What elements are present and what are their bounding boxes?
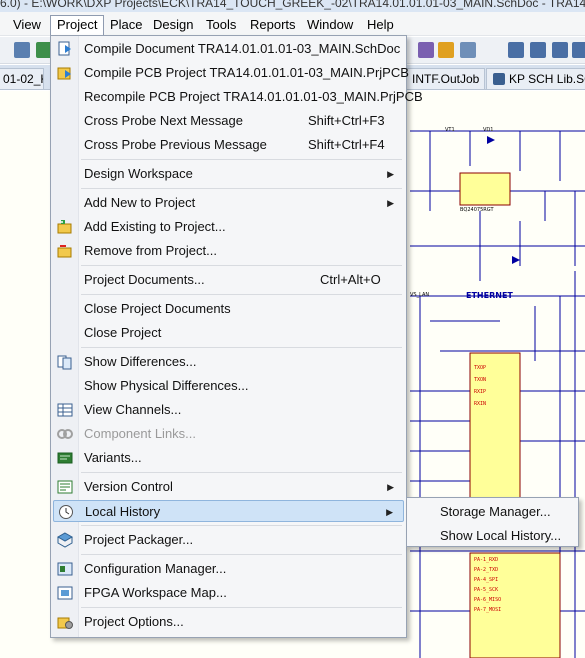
remove-project-icon: [57, 245, 72, 258]
svg-text:PA-1_RXD: PA-1_RXD: [474, 557, 498, 563]
menu-reports[interactable]: Reports: [244, 15, 302, 35]
edit-pencil-icon[interactable]: [438, 42, 454, 58]
svg-text:PA-4_SPI: PA-4_SPI: [474, 577, 498, 583]
component-links-icon: [57, 429, 73, 439]
menu-help[interactable]: Help: [361, 15, 400, 35]
schlib-icon: [493, 73, 505, 85]
menu-item-compile-project[interactable]: Compile PCB Project TRA14.01.01.01-03_MA…: [53, 62, 409, 84]
menu-item-version-control[interactable]: Version Control ▶: [53, 476, 404, 498]
menu-separator: [81, 607, 402, 608]
menu-place[interactable]: Place: [104, 15, 149, 35]
variants-icon: [57, 452, 73, 464]
svg-text:TXON: TXON: [474, 377, 486, 383]
bus-entry-icon[interactable]: [530, 42, 546, 58]
menu-item-local-history[interactable]: Local History ▶: [53, 500, 404, 522]
svg-text:RXIP: RXIP: [474, 389, 486, 395]
svg-text:PA-5_SCK: PA-5_SCK: [474, 587, 498, 593]
menu-separator: [81, 525, 402, 526]
submenu-arrow-icon: ▶: [387, 198, 394, 208]
power-port-icon[interactable]: [572, 42, 585, 58]
menu-item-show-physical-differences[interactable]: Show Physical Differences...: [53, 375, 404, 397]
menu-project[interactable]: Project: [50, 15, 105, 35]
menu-design[interactable]: Design: [147, 15, 199, 35]
vs-lan-label: VS_LAN: [410, 292, 429, 298]
inspector-icon[interactable]: [460, 42, 476, 58]
menu-item-add-new[interactable]: Add New to Project ▶: [53, 192, 404, 214]
tab-sch-lib[interactable]: KP SCH Lib.SCHLIB: [486, 68, 585, 89]
menu-view[interactable]: View: [7, 15, 47, 35]
menu-tools[interactable]: Tools: [200, 15, 242, 35]
menu-item-configuration-manager[interactable]: Configuration Manager...: [53, 558, 404, 580]
menu-item-cross-probe-next[interactable]: Cross Probe Next Message Shift+Ctrl+F3: [53, 110, 404, 132]
menu-separator: [81, 159, 402, 160]
menu-separator: [81, 294, 402, 295]
svg-text:TXOP: TXOP: [474, 365, 486, 371]
wire-tool-icon[interactable]: [508, 42, 524, 58]
svg-text:PA-6_MISO: PA-6_MISO: [474, 597, 501, 603]
project-options-icon: [57, 617, 73, 629]
submenu-arrow-icon: ▶: [386, 507, 393, 517]
menu-item-show-differences[interactable]: Show Differences...: [53, 351, 404, 373]
menu-item-close-project-documents[interactable]: Close Project Documents: [53, 298, 404, 320]
menu-item-remove-from-project[interactable]: Remove from Project...: [53, 240, 404, 262]
version-control-icon: [57, 480, 73, 494]
bq-label: BQ24075RGT: [460, 207, 494, 213]
submenu-arrow-icon: ▶: [387, 482, 394, 492]
local-history-icon: [59, 505, 73, 519]
menu-separator: [81, 188, 402, 189]
project-menu: Compile Document TRA14.01.01.01-03_MAIN.…: [50, 35, 423, 638]
fpga-workspace-icon: [57, 586, 73, 600]
submenu-arrow-icon: ▶: [387, 169, 394, 179]
menu-item-design-workspace[interactable]: Design Workspace ▶: [53, 163, 404, 185]
menu-item-project-options[interactable]: Project Options...: [53, 611, 404, 633]
menu-window[interactable]: Window: [301, 15, 359, 35]
vt1-label: VT1: [445, 127, 455, 133]
menu-item-project-packager[interactable]: Project Packager...: [53, 529, 404, 551]
svg-text:PA-7_MOSI: PA-7_MOSI: [474, 607, 501, 613]
compile-project-icon: [57, 67, 71, 80]
menu-separator: [81, 554, 402, 555]
menu-item-variants[interactable]: Variants...: [53, 447, 404, 469]
menu-item-view-channels[interactable]: View Channels...: [53, 399, 404, 421]
add-existing-icon: [57, 220, 72, 234]
menu-item-compile-document[interactable]: Compile Document TRA14.01.01.01-03_MAIN.…: [53, 38, 404, 60]
menu-item-close-project[interactable]: Close Project: [53, 322, 404, 344]
menu-bar: View Project Place Design Tools Reports …: [0, 12, 585, 36]
menu-item-project-documents[interactable]: Project Documents... Ctrl+Alt+O: [53, 269, 404, 291]
show-differences-icon: [57, 355, 72, 370]
ethernet-label: ETHERNET: [466, 291, 513, 300]
open-project-icon[interactable]: [14, 42, 30, 58]
menu-separator: [81, 472, 402, 473]
menu-item-fpga-workspace-map[interactable]: FPGA Workspace Map...: [53, 582, 404, 604]
net-label-icon[interactable]: [552, 42, 568, 58]
svg-text:RXIN: RXIN: [474, 401, 486, 407]
menu-item-cross-probe-previous[interactable]: Cross Probe Previous Message Shift+Ctrl+…: [53, 134, 404, 156]
window-title: 6.0) - E:\WORK\DXP Projects\ECK\TRA14_TO…: [0, 0, 585, 10]
svg-text:PA-2_TXD: PA-2_TXD: [474, 567, 498, 573]
menu-item-storage-manager[interactable]: Storage Manager...: [440, 504, 551, 519]
view-channels-icon: [57, 403, 73, 417]
menu-separator: [81, 265, 402, 266]
menu-item-component-links[interactable]: Component Links...: [53, 423, 404, 445]
window-title-bar: 6.0) - E:\WORK\DXP Projects\ECK\TRA14_TO…: [0, 0, 585, 12]
vd1-label: VD1: [483, 127, 493, 133]
menu-item-recompile-project[interactable]: Recompile PCB Project TRA14.01.01.01-03_…: [53, 86, 423, 108]
place-bus-icon[interactable]: [418, 42, 434, 58]
tab-kbi[interactable]: 01-02_KBI: [0, 68, 44, 89]
menu-separator: [81, 347, 402, 348]
configuration-manager-icon: [57, 562, 73, 576]
local-history-submenu: Storage Manager... Show Local History...: [406, 497, 579, 547]
compile-document-icon: [58, 41, 71, 56]
menu-item-add-existing[interactable]: Add Existing to Project...: [53, 216, 404, 238]
project-packager-icon: [57, 532, 73, 548]
menu-item-show-local-history[interactable]: Show Local History...: [440, 528, 561, 543]
